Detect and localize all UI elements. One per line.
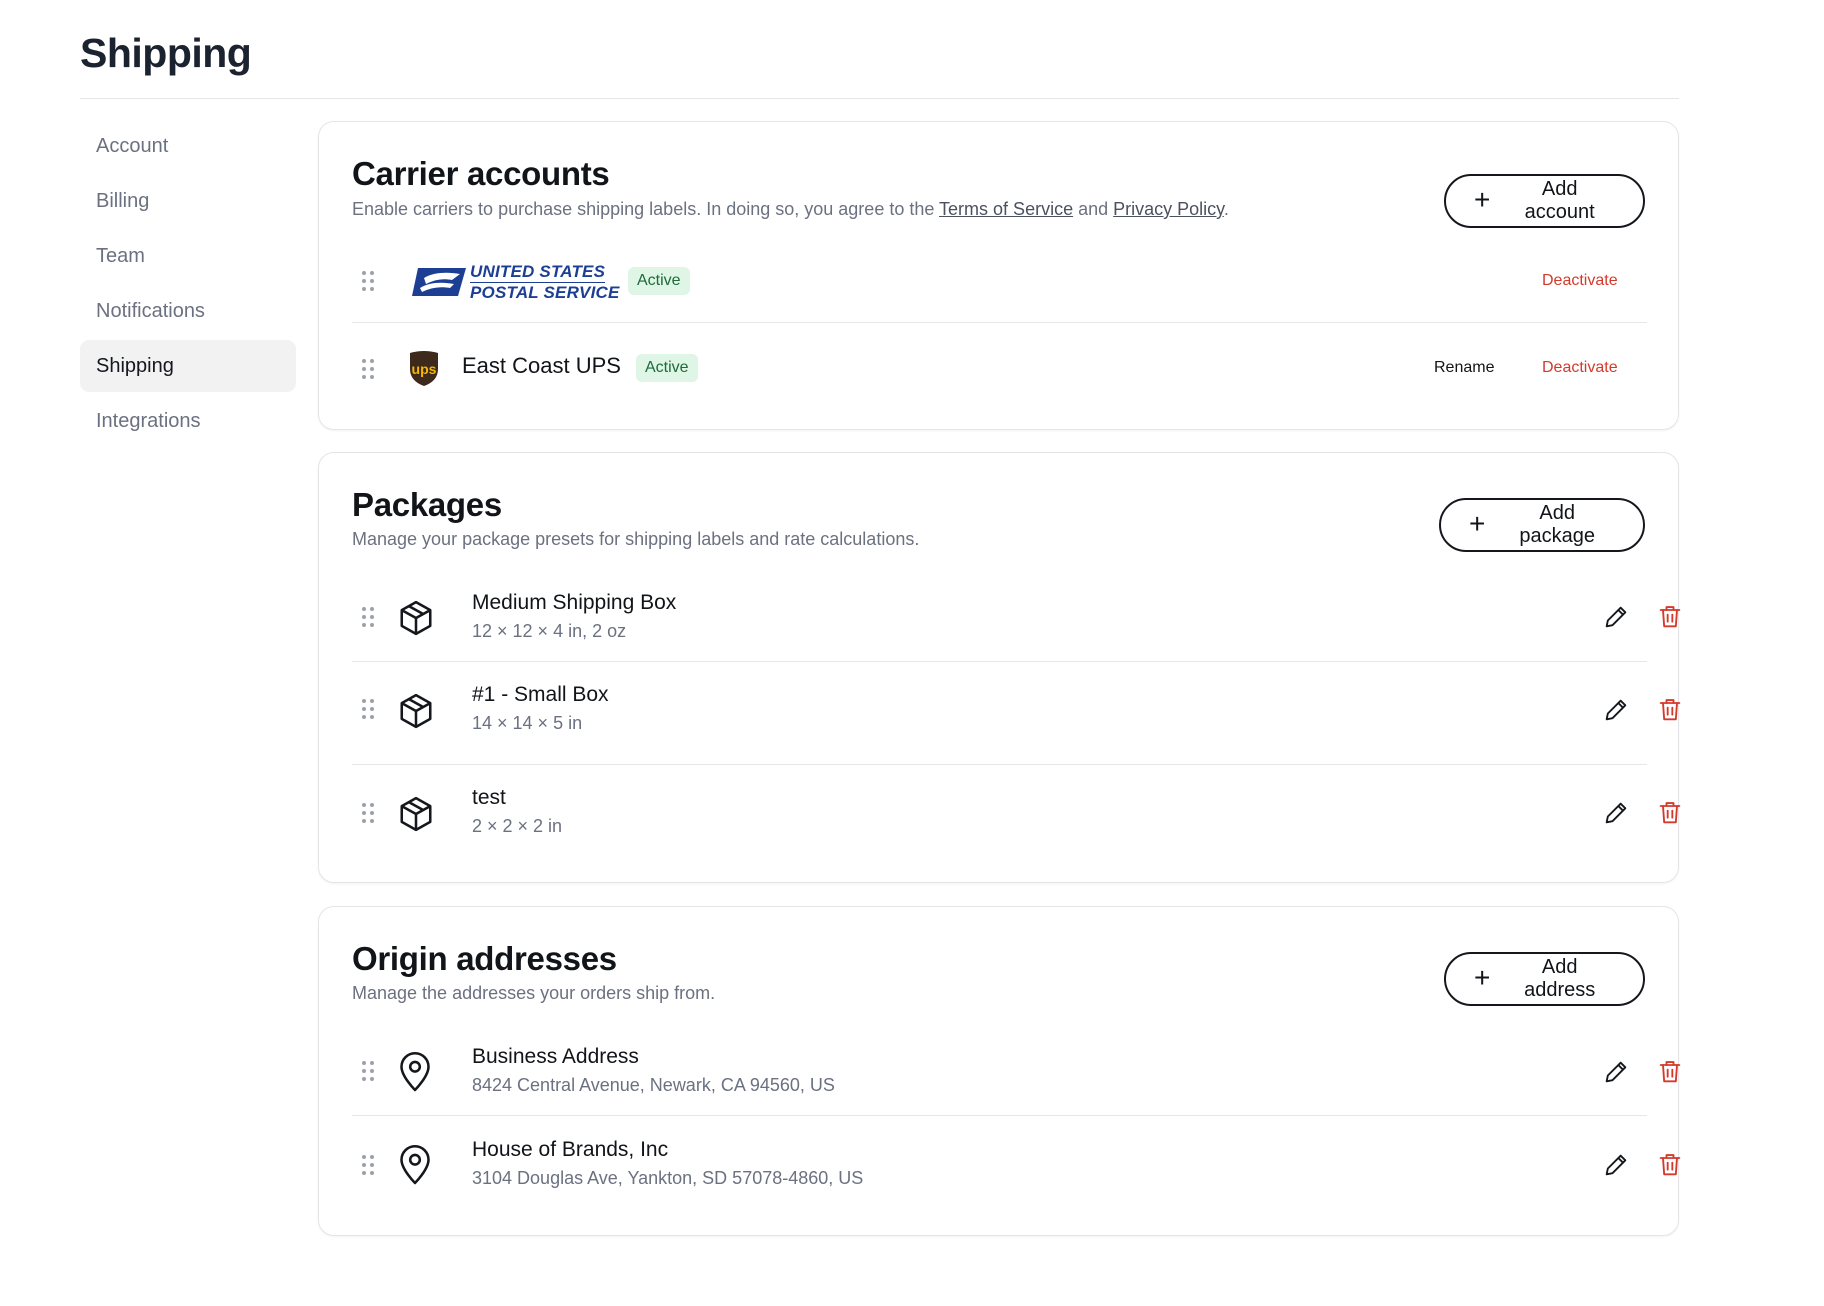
add-account-label: Add account	[1524, 178, 1595, 223]
package-row: #1 - Small Box 14 × 14 × 5 in	[352, 663, 1681, 763]
deactivate-ups-button[interactable]: Deactivate	[1542, 359, 1618, 377]
status-badge: Active	[628, 267, 690, 295]
package-name: test	[472, 786, 506, 809]
packages-card: Packages Manage your package presets for…	[318, 452, 1681, 883]
add-address-button[interactable]: + Add address	[1444, 952, 1645, 1006]
add-account-button[interactable]: + Add account	[1444, 174, 1645, 228]
delete-trash-icon[interactable]	[1656, 799, 1684, 827]
package-name: Medium Shipping Box	[472, 591, 677, 614]
drag-handle-icon[interactable]	[362, 359, 374, 379]
row-divider	[352, 1115, 1647, 1116]
edit-pencil-icon[interactable]	[1602, 603, 1630, 631]
plus-icon: +	[1474, 961, 1491, 993]
location-pin-icon	[400, 1144, 430, 1185]
carrier-accounts-card: Carrier accounts Enable carriers to purc…	[318, 121, 1679, 430]
carrier-accounts-title: Carrier accounts	[352, 155, 610, 192]
ups-shield-logo-icon: ups	[410, 351, 438, 386]
origin-addresses-card: Origin addresses Manage the addresses yo…	[318, 906, 1681, 1236]
edit-pencil-icon[interactable]	[1602, 1058, 1630, 1086]
package-dimensions: 12 × 12 × 4 in, 2 oz	[472, 621, 627, 641]
usps-logo-text: UNITED STATES POSTAL SERVICE	[470, 262, 620, 303]
address-line: 3104 Douglas Ave, Yankton, SD 57078-4860…	[472, 1168, 864, 1188]
terms-of-service-link[interactable]: Terms of Service	[939, 199, 1073, 219]
carrier-row-ups: ups East Coast UPS Active Rename Deactiv…	[352, 327, 1647, 407]
row-divider	[352, 322, 1647, 323]
page-title: Shipping	[80, 30, 252, 76]
drag-handle-icon[interactable]	[362, 1155, 374, 1175]
sidebar-item-notifications[interactable]: Notifications	[80, 285, 296, 337]
drag-handle-icon[interactable]	[362, 699, 374, 719]
address-row: House of Brands, Inc 3104 Douglas Ave, Y…	[352, 1119, 1681, 1219]
delete-trash-icon[interactable]	[1656, 696, 1684, 724]
carrier-row-usps: UNITED STATES POSTAL SERVICE Active Deac…	[352, 242, 1647, 320]
package-box-icon	[400, 693, 432, 729]
title-divider	[80, 98, 1679, 99]
deactivate-usps-button[interactable]: Deactivate	[1542, 272, 1618, 290]
settings-sidebar: Account Billing Team Notifications Shipp…	[80, 120, 296, 450]
ups-logo-text: ups	[412, 361, 437, 377]
package-dimensions: 2 × 2 × 2 in	[472, 816, 563, 836]
carrier-desc-text: Enable carriers to purchase shipping lab…	[352, 199, 940, 219]
rename-ups-button[interactable]: Rename	[1434, 359, 1494, 377]
delete-trash-icon[interactable]	[1656, 1151, 1684, 1179]
package-box-icon	[400, 796, 432, 832]
sidebar-item-integrations[interactable]: Integrations	[80, 395, 296, 447]
carrier-name: East Coast UPS	[462, 353, 621, 378]
usps-eagle-logo-icon	[412, 268, 466, 296]
drag-handle-icon[interactable]	[362, 271, 374, 291]
package-row: test 2 × 2 × 2 in	[352, 767, 1681, 867]
location-pin-icon	[400, 1051, 430, 1092]
drag-handle-icon[interactable]	[362, 1061, 374, 1081]
origin-addresses-description: Manage the addresses your orders ship fr…	[352, 983, 716, 1003]
address-name: House of Brands, Inc	[472, 1138, 669, 1161]
package-name: #1 - Small Box	[472, 683, 609, 706]
origin-addresses-title: Origin addresses	[352, 940, 617, 977]
address-row: Business Address 8424 Central Avenue, Ne…	[352, 1025, 1681, 1115]
packages-title: Packages	[352, 486, 502, 523]
address-name: Business Address	[472, 1045, 639, 1068]
add-package-button[interactable]: + Add package	[1439, 498, 1645, 552]
carrier-desc-end: .	[1223, 199, 1229, 219]
add-package-label: Add package	[1519, 502, 1595, 547]
drag-handle-icon[interactable]	[362, 803, 374, 823]
drag-handle-icon[interactable]	[362, 607, 374, 627]
carrier-desc-and: and	[1073, 199, 1114, 219]
delete-trash-icon[interactable]	[1656, 1058, 1684, 1086]
edit-pencil-icon[interactable]	[1602, 1151, 1630, 1179]
packages-description: Manage your package presets for shipping…	[352, 529, 920, 549]
shipping-settings-page: Shipping Account Billing Team Notificati…	[0, 0, 1824, 1306]
plus-icon: +	[1474, 183, 1491, 215]
add-address-label: Add address	[1524, 956, 1596, 1001]
plus-icon: +	[1469, 507, 1486, 539]
package-dimensions: 14 × 14 × 5 in	[472, 713, 583, 733]
edit-pencil-icon[interactable]	[1602, 696, 1630, 724]
delete-trash-icon[interactable]	[1656, 603, 1684, 631]
sidebar-item-shipping[interactable]: Shipping	[80, 340, 296, 392]
package-row: Medium Shipping Box 12 × 12 × 4 in, 2 oz	[352, 571, 1681, 661]
privacy-policy-link[interactable]: Privacy Policy	[1113, 199, 1224, 219]
sidebar-item-billing[interactable]: Billing	[80, 175, 296, 227]
address-line: 8424 Central Avenue, Newark, CA 94560, U…	[472, 1075, 835, 1095]
edit-pencil-icon[interactable]	[1602, 799, 1630, 827]
package-box-icon	[400, 600, 432, 636]
sidebar-item-account[interactable]: Account	[80, 120, 296, 172]
usps-logo-line1: UNITED STATES	[470, 262, 606, 283]
usps-logo-line2: POSTAL SERVICE	[470, 283, 620, 302]
carrier-accounts-description: Enable carriers to purchase shipping lab…	[352, 199, 1229, 220]
row-divider	[352, 764, 1647, 765]
status-badge: Active	[636, 354, 698, 382]
sidebar-item-team[interactable]: Team	[80, 230, 296, 282]
row-divider	[352, 661, 1647, 662]
